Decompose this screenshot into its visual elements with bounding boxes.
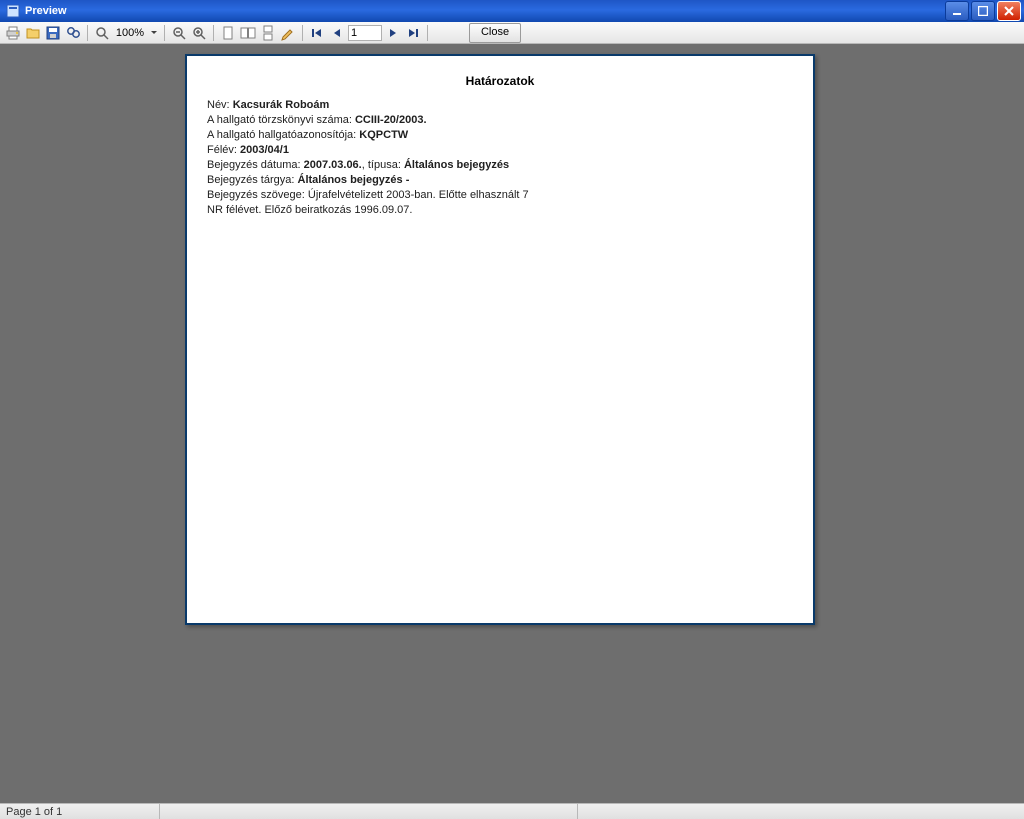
value-studentid: KQPCTW (359, 129, 408, 141)
titlebar: Preview (0, 0, 1024, 22)
label-type: , típusa: (362, 159, 401, 171)
toolbar-separator (427, 25, 428, 41)
minimize-button[interactable] (945, 1, 969, 21)
value-type: Általános bejegyzés (404, 159, 509, 171)
toolbar-separator (164, 25, 165, 41)
open-icon[interactable] (24, 24, 42, 42)
value-body-line2: NR félévet. Előző beiratkozás 1996.09.07… (207, 204, 412, 216)
value-reg: CCIII-20/2003. (355, 114, 427, 126)
save-icon[interactable] (44, 24, 62, 42)
label-term: Félév: (207, 144, 237, 156)
status-page-info: Page 1 of 1 (0, 804, 160, 819)
value-term: 2003/04/1 (240, 144, 289, 156)
label-studentid: A hallgató hallgatóazonosítója: (207, 129, 356, 141)
document-heading: Határozatok (207, 74, 793, 88)
single-page-icon[interactable] (219, 24, 237, 42)
label-body: Bejegyzés szövege: (207, 189, 305, 201)
doc-line-entrydate: Bejegyzés dátuma: 2007.03.06., típusa: Á… (207, 158, 793, 172)
label-name: Név: (207, 99, 230, 111)
doc-line-name: Név: Kacsurák Roboám (207, 98, 793, 112)
doc-line-term: Félév: 2003/04/1 (207, 143, 793, 157)
label-subject: Bejegyzés tárgya: (207, 174, 294, 186)
window-title: Preview (25, 5, 67, 17)
zoom-level-text: 100% (113, 27, 147, 39)
find-icon[interactable] (64, 24, 82, 42)
app-icon (6, 4, 20, 18)
zoom-out-icon[interactable] (170, 24, 188, 42)
zoom-dropdown-icon[interactable] (149, 25, 159, 41)
label-reg: A hallgató törzskönyvi száma: (207, 114, 352, 126)
close-window-button[interactable] (997, 1, 1021, 21)
toolbar-separator (87, 25, 88, 41)
doc-line-studentid: A hallgató hallgatóazonosítója: KQPCTW (207, 128, 793, 142)
label-entrydate: Bejegyzés dátuma: (207, 159, 301, 171)
zoom-default-icon[interactable] (93, 24, 111, 42)
doc-line-subject: Bejegyzés tárgya: Általános bejegyzés - (207, 173, 793, 187)
doc-line-body2: NR félévet. Előző beiratkozás 1996.09.07… (207, 203, 793, 217)
toolbar: 100% (0, 22, 1024, 44)
value-subject: Általános bejegyzés - (298, 174, 410, 186)
status-cell-3 (578, 804, 1024, 819)
toolbar-separator (213, 25, 214, 41)
value-entrydate: 2007.03.06. (304, 159, 362, 171)
maximize-button[interactable] (971, 1, 995, 21)
zoom-in-icon[interactable] (190, 24, 208, 42)
value-body-line1: Újrafelvételizett 2003-ban. Előtte elhas… (308, 189, 529, 201)
last-page-icon[interactable] (404, 24, 422, 42)
prev-page-icon[interactable] (328, 24, 346, 42)
close-preview-button[interactable]: Close (469, 23, 521, 43)
doc-line-reg: A hallgató törzskönyvi száma: CCIII-20/2… (207, 113, 793, 127)
first-page-icon[interactable] (308, 24, 326, 42)
document-page: Határozatok Név: Kacsurák Roboám A hallg… (185, 54, 815, 625)
toolbar-separator (302, 25, 303, 41)
two-page-icon[interactable] (239, 24, 257, 42)
page-number-input[interactable] (348, 25, 382, 41)
preview-workspace: Határozatok Név: Kacsurák Roboám A hallg… (0, 44, 1024, 804)
continuous-page-icon[interactable] (259, 24, 277, 42)
print-icon[interactable] (4, 24, 22, 42)
value-name: Kacsurák Roboám (233, 99, 330, 111)
status-cell-2 (160, 804, 578, 819)
doc-line-body1: Bejegyzés szövege: Újrafelvételizett 200… (207, 188, 793, 202)
next-page-icon[interactable] (384, 24, 402, 42)
annotate-icon[interactable] (279, 24, 297, 42)
status-bar: Page 1 of 1 (0, 803, 1024, 819)
